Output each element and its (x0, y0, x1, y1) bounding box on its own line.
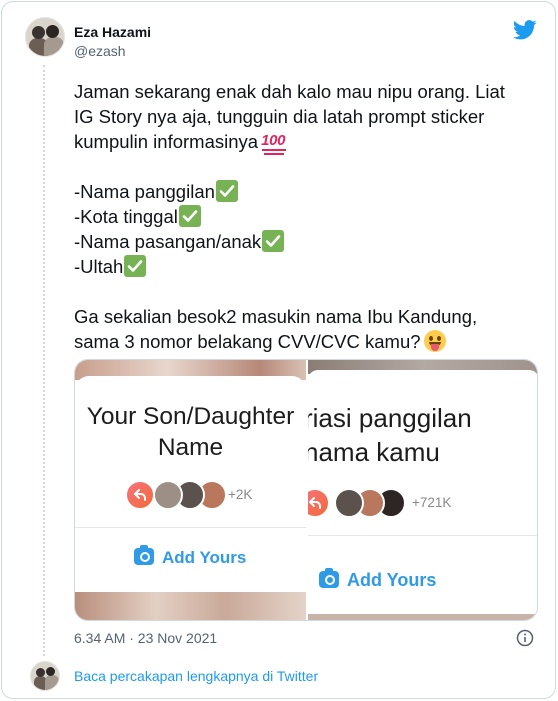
media-photo-1[interactable]: Your Son/Daughter Name +2K Add Yours (75, 360, 306, 620)
check-mark-button-icon (262, 230, 285, 252)
tweet-line: Jaman sekarang enak dah kalo mau nipu or… (74, 81, 505, 102)
camera-icon (319, 568, 339, 588)
media-photo-2[interactable]: riasi panggilan nama kamu +721K Add Your… (308, 360, 537, 620)
tweet-timestamp[interactable]: 6.34 AM · 23 Nov 2021 (74, 630, 217, 646)
list-item: -Nama pasangan/anak (74, 229, 544, 254)
author-avatar-small[interactable] (30, 661, 60, 691)
participants-count: +721K (412, 495, 452, 510)
add-yours-button: Add Yours (319, 568, 436, 591)
tweet-line: kumpulin informasinya 1 0 0 (74, 129, 544, 155)
list-item: -Kota tinggal (74, 204, 544, 229)
hundred-points-icon: 100 (261, 132, 287, 155)
check-mark-button-icon (124, 255, 147, 277)
list-item: -Nama panggilan (74, 179, 544, 204)
reply-arrow-icon (308, 488, 330, 518)
check-mark-button-icon (215, 180, 238, 202)
reply-arrow-icon (125, 480, 155, 510)
tweet-media-grid[interactable]: Your Son/Daughter Name +2K Add Yours ria… (74, 359, 538, 621)
info-icon[interactable] (516, 629, 534, 647)
tweet-line: IG Story nya aja, tungguin dia latah pro… (74, 106, 485, 127)
read-conversation-link[interactable]: Baca percakapan lengkapnya di Twitter (74, 668, 318, 684)
author-avatar[interactable] (25, 17, 65, 57)
sticker-prompt: Your Son/Daughter Name (86, 403, 295, 461)
add-yours-sticker: Your Son/Daughter Name +2K Add Yours (75, 376, 306, 596)
add-yours-button: Add Yours (134, 545, 246, 568)
tweet-line: sama 3 nomor belakang CVV/CVC kamu? (74, 329, 544, 354)
participants-count: +2K (228, 487, 253, 502)
add-yours-sticker: riasi panggilan nama kamu +721K Add Your… (308, 370, 537, 618)
twitter-bird-icon[interactable] (513, 19, 537, 41)
tweet-text: Jaman sekarang enak dah kalo mau nipu or… (74, 79, 544, 354)
camera-icon (134, 545, 154, 565)
author-handle[interactable]: @ezash (74, 43, 126, 59)
thread-connector-line (43, 65, 45, 656)
sticker-prompt: riasi panggilan nama kamu (308, 403, 472, 467)
author-name[interactable]: Eza Hazami (74, 24, 151, 40)
list-item: -Ultah (74, 254, 544, 279)
face-with-tongue-icon (423, 330, 446, 352)
tweet-line: Ga sekalian besok2 masukin nama Ibu Kand… (74, 306, 478, 327)
check-mark-button-icon (178, 205, 201, 227)
